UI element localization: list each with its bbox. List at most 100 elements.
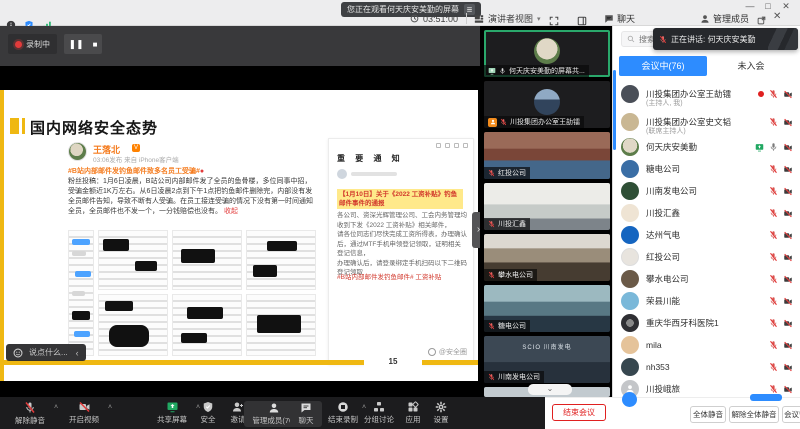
chat-button[interactable]: 聊天 <box>290 401 322 427</box>
person-icon <box>268 402 280 414</box>
mic-off-icon[interactable] <box>769 89 778 99</box>
mic-icon <box>499 67 506 75</box>
avatar <box>534 38 560 64</box>
pause-recording-button[interactable]: ❚❚ <box>69 39 84 50</box>
end-meeting-button[interactable]: 结束会议 <box>552 404 606 421</box>
toast-decoration <box>768 28 798 50</box>
breakout-rooms-button[interactable]: 分组讨论 <box>358 401 400 425</box>
mic-off-icon[interactable] <box>769 384 778 394</box>
member-row[interactable]: 川投汇鑫 <box>613 202 800 224</box>
mic-off-icon[interactable] <box>769 318 778 328</box>
mic-off-icon[interactable] <box>769 274 778 284</box>
security-button[interactable]: 安全 <box>192 401 224 425</box>
mic-off-icon[interactable] <box>769 186 778 196</box>
mic-off-icon[interactable] <box>769 296 778 306</box>
tab-not-joined[interactable]: 未入会 <box>707 56 795 76</box>
gear-icon <box>435 401 447 413</box>
video-tile[interactable]: 川投集团办公室王劼镭 <box>484 81 610 128</box>
window-maximize-button[interactable]: □ <box>760 1 776 11</box>
camera-off-icon[interactable] <box>783 363 793 372</box>
camera-off-icon[interactable] <box>783 187 793 196</box>
member-row[interactable]: 重庆华西牙科医院1 <box>613 312 800 334</box>
video-tile-screen-share[interactable]: 何天庆安美勤的屏幕共... <box>484 30 610 77</box>
camera-off-icon[interactable] <box>783 165 793 174</box>
member-row[interactable]: 攀水电公司 <box>613 268 800 290</box>
meeting-control-button[interactable]: 会议管控 ▾ <box>782 406 800 423</box>
camera-off-icon[interactable] <box>783 231 793 240</box>
panel-close-icon[interactable]: ✕ <box>773 11 781 22</box>
slide-title: 国内网络安全态势 <box>30 117 158 138</box>
camera-off-icon[interactable] <box>783 341 793 350</box>
unmute-all-button[interactable]: 解除全体静音 <box>729 406 779 423</box>
camera-off-icon[interactable] <box>783 297 793 306</box>
share-screen-button[interactable]: 共享屏幕 <box>148 401 196 425</box>
video-tile[interactable]: SCIO 川南发电 川南发电公司 <box>484 336 610 383</box>
avatar <box>621 113 639 131</box>
member-row[interactable]: 荣县川能 <box>613 290 800 312</box>
mic-off-icon[interactable] <box>769 230 778 240</box>
scrollbar[interactable] <box>613 70 616 150</box>
member-name: nh353 <box>646 362 670 372</box>
danmaku-input[interactable]: 说点什么... ‹ <box>6 344 86 361</box>
member-name: 攀水电公司 <box>646 273 689 285</box>
collapse-left-icon[interactable]: ‹ <box>76 348 79 358</box>
collapse-thumbnails-button[interactable]: ⌄ <box>528 384 572 395</box>
member-role: (主持人, 我) <box>646 98 683 108</box>
window-minimize-button[interactable]: — <box>742 1 758 11</box>
camera-off-icon[interactable] <box>783 90 793 99</box>
apps-button[interactable]: 应用 <box>398 401 428 425</box>
member-row[interactable]: mila <box>613 334 800 356</box>
mic-off-icon[interactable] <box>769 340 778 350</box>
member-row[interactable]: 达州气电 <box>613 224 800 246</box>
member-row[interactable]: 川投集团办公室史文韬 (联席主持人) <box>613 108 800 136</box>
tile-label: 红投公司 <box>498 168 526 178</box>
member-row[interactable]: 红投公司 <box>613 246 800 268</box>
chevron-up-icon[interactable]: ˄ <box>108 404 112 411</box>
video-tile[interactable]: 糖电公司 <box>484 285 610 332</box>
video-tile[interactable]: 攀水电公司 <box>484 234 610 281</box>
weibo-avatar <box>68 142 87 161</box>
member-row[interactable]: 川南发电公司 <box>613 180 800 202</box>
window-close-button[interactable]: ✕ <box>778 1 794 12</box>
member-row[interactable]: nh353 <box>613 356 800 378</box>
screen-share-icon[interactable] <box>755 143 764 152</box>
smile-icon[interactable] <box>13 348 23 358</box>
search-icon <box>627 35 635 43</box>
member-row[interactable]: 川投集团办公室王劼镭 (主持人, 我) <box>613 80 800 108</box>
mic-off-icon[interactable] <box>769 164 778 174</box>
doc-hashtag-link[interactable]: #B站内部邮件发钓鱼邮件# 工资补贴 <box>337 271 467 281</box>
tab-chat[interactable]: 聊天 <box>604 11 635 26</box>
video-tile[interactable]: 红投公司 <box>484 132 610 179</box>
camera-off-icon[interactable] <box>783 143 793 152</box>
camera-off-icon[interactable] <box>783 275 793 284</box>
mic-off-icon[interactable] <box>769 117 778 127</box>
recording-indicator: 录制中 <box>8 34 57 54</box>
stop-recording-button[interactable]: ■ <box>93 40 98 49</box>
camera-off-icon[interactable] <box>783 319 793 328</box>
camera-off-icon[interactable] <box>783 118 793 127</box>
camera-off-icon[interactable] <box>783 253 793 262</box>
settings-button[interactable]: 设置 <box>426 401 456 425</box>
mic-icon[interactable] <box>769 142 778 152</box>
member-row[interactable]: 糖电公司 <box>613 158 800 180</box>
weibo-screenshot <box>172 230 242 290</box>
tab-in-meeting[interactable]: 会议中(76) <box>619 56 707 76</box>
mic-off-icon[interactable] <box>769 252 778 262</box>
mute-all-button[interactable]: 全体静音 <box>690 406 726 423</box>
mic-off-icon[interactable] <box>769 208 778 218</box>
danmaku-placeholder: 说点什么... <box>29 347 68 358</box>
expand-thumbnails-handle[interactable]: › <box>472 212 480 248</box>
member-row[interactable]: 何天庆安美勤 <box>613 136 800 158</box>
camera-off-icon[interactable] <box>783 209 793 218</box>
mic-off-icon[interactable] <box>769 362 778 372</box>
start-video-button[interactable]: 开启视频 <box>60 401 108 425</box>
video-tile[interactable]: 川投汇鑫 <box>484 183 610 230</box>
chevron-up-icon[interactable]: ˄ <box>54 404 58 411</box>
weibo-post: 王落北 V 03:06发布 来自 iPhone客户端 #B站内部邮件发钓鱼邮件致… <box>66 140 320 372</box>
tab-members[interactable]: 管理成员 <box>700 11 749 26</box>
camera-off-icon[interactable] <box>783 385 793 394</box>
stop-record-icon <box>337 401 349 413</box>
weibo-collapse-link[interactable]: 收起 <box>224 208 238 215</box>
unmute-button[interactable]: 解除静音 <box>6 401 54 426</box>
view-mode-select[interactable]: 演讲者视图 ▾ <box>474 11 541 26</box>
